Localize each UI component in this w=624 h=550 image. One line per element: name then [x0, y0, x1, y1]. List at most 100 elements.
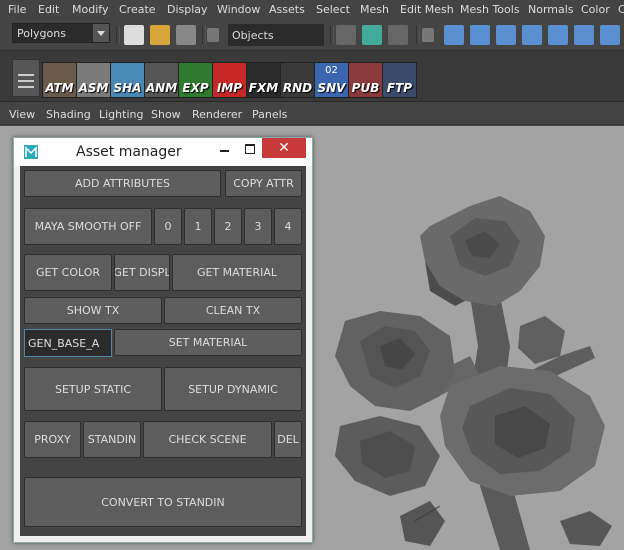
chevron-down-icon: [93, 24, 109, 42]
menu-file[interactable]: File: [8, 3, 26, 16]
smooth-level-3-button[interactable]: 3: [244, 208, 272, 245]
select-object-icon[interactable]: [362, 25, 382, 45]
setup-dynamic-button[interactable]: SETUP DYNAMIC: [164, 367, 302, 411]
menu-edit[interactable]: Edit: [38, 3, 59, 16]
construction-history-icon[interactable]: [600, 25, 620, 45]
menu-set-value: Polygons: [17, 27, 66, 40]
add-attributes-button[interactable]: ADD ATTRIBUTES: [24, 170, 221, 197]
shelf-button-exp[interactable]: EXP: [178, 62, 213, 98]
shelf-handle[interactable]: [12, 59, 40, 97]
convert-to-standin-button[interactable]: CONVERT TO STANDIN: [24, 477, 302, 527]
panel-menu-shading[interactable]: Shading: [46, 108, 91, 121]
shelf-button-label: RND: [282, 81, 313, 95]
copy-attr-button[interactable]: COPY ATTR: [225, 170, 302, 197]
panel-menu-view[interactable]: View: [9, 108, 35, 121]
shelf: ATM ASM SHA ANM EXP IMP FXM RND 02 SNV PU…: [0, 50, 624, 102]
open-folder-icon[interactable]: [150, 25, 170, 45]
shelf-button-label: ATM: [45, 81, 74, 95]
material-name-field[interactable]: [24, 329, 112, 357]
shelf-button-rnd[interactable]: RND: [280, 62, 315, 98]
menu-window[interactable]: Window: [217, 3, 260, 16]
panel-menu-lighting[interactable]: Lighting: [99, 108, 143, 121]
snap-view-plane-icon[interactable]: [522, 25, 542, 45]
collapse-arrow-icon[interactable]: [207, 28, 219, 42]
panel-menu-renderer[interactable]: Renderer: [192, 108, 242, 121]
get-color-button[interactable]: GET COLOR: [24, 254, 112, 291]
asset-manager-body: ADD ATTRIBUTES COPY ATTR MAYA SMOOTH OFF…: [20, 166, 306, 536]
snap-grid-icon[interactable]: [444, 25, 464, 45]
clean-tx-button[interactable]: CLEAN TX: [164, 297, 302, 324]
shelf-button-asm[interactable]: ASM: [76, 62, 111, 98]
menu-modify[interactable]: Modify: [72, 3, 108, 16]
delete-button[interactable]: DEL: [274, 421, 302, 458]
snap-surface-icon[interactable]: [548, 25, 568, 45]
maximize-icon[interactable]: [242, 140, 260, 160]
menu-overflow[interactable]: C: [618, 3, 624, 16]
shelf-button-anm[interactable]: ANM: [144, 62, 179, 98]
menu-assets[interactable]: Assets: [269, 3, 305, 16]
shelf-button-label: SNV: [317, 81, 346, 95]
minimize-icon[interactable]: [216, 140, 234, 160]
set-material-button[interactable]: SET MATERIAL: [114, 329, 302, 356]
shelf-button-label: ANM: [145, 81, 178, 95]
collapse-arrow-icon[interactable]: [422, 28, 434, 42]
divider: [330, 26, 334, 44]
check-scene-button[interactable]: CHECK SCENE: [143, 421, 272, 458]
menu-mesh-tools[interactable]: Mesh Tools: [460, 3, 520, 16]
snap-vertex-icon[interactable]: [574, 25, 594, 45]
selection-mask-dropdown[interactable]: Objects: [228, 24, 324, 46]
menu-mesh[interactable]: Mesh: [360, 3, 389, 16]
show-tx-button[interactable]: SHOW TX: [24, 297, 162, 324]
select-component-icon[interactable]: [388, 25, 408, 45]
shelf-button-label: SHA: [113, 81, 142, 95]
save-icon[interactable]: [176, 25, 196, 45]
shelf-button-atm[interactable]: ATM: [42, 62, 77, 98]
menu-select[interactable]: Select: [316, 3, 350, 16]
divider: [202, 26, 206, 44]
panel-menu-show[interactable]: Show: [151, 108, 181, 121]
new-scene-icon[interactable]: [124, 25, 144, 45]
snap-curve-icon[interactable]: [470, 25, 490, 45]
shelf-button-label: PUB: [351, 81, 380, 95]
menu-create[interactable]: Create: [119, 3, 156, 16]
select-by-hierarchy-icon[interactable]: [336, 25, 356, 45]
shelf-button-ftp[interactable]: FTP: [382, 62, 417, 98]
proxy-button[interactable]: PROXY: [24, 421, 81, 458]
smooth-level-2-button[interactable]: 2: [214, 208, 242, 245]
snap-point-icon[interactable]: [496, 25, 516, 45]
divider: [116, 26, 120, 44]
main-menubar: File Edit Modify Create Display Window A…: [0, 0, 624, 20]
maya-app-icon: [24, 145, 38, 159]
panel-menubar: View Shading Lighting Show Renderer Pane…: [0, 104, 624, 125]
shelf-button-label: IMP: [216, 81, 243, 95]
smooth-level-1-button[interactable]: 1: [184, 208, 212, 245]
shelf-button-snv[interactable]: 02 SNV: [314, 62, 349, 98]
menu-display[interactable]: Display: [167, 3, 208, 16]
menu-normals[interactable]: Normals: [528, 3, 574, 16]
get-displ-button[interactable]: GET DISPL: [114, 254, 170, 291]
shelf-button-pub[interactable]: PUB: [348, 62, 383, 98]
shelf-button-label: ASM: [78, 81, 109, 95]
shelf-button-sha[interactable]: SHA: [110, 62, 145, 98]
smooth-level-0-button[interactable]: 0: [154, 208, 182, 245]
shelf-button-number: 02: [325, 65, 338, 76]
window-titlebar[interactable]: Asset manager ✕: [14, 138, 312, 166]
menu-color[interactable]: Color: [581, 3, 610, 16]
divider: [416, 26, 420, 44]
shelf-button-label: FTP: [386, 81, 413, 95]
setup-static-button[interactable]: SETUP STATIC: [24, 367, 162, 411]
asset-manager-window: Asset manager ✕ ADD ATTRIBUTES COPY ATTR…: [13, 137, 313, 543]
maya-smooth-off-button[interactable]: MAYA SMOOTH OFF: [24, 208, 152, 245]
standin-button[interactable]: STANDIN: [83, 421, 141, 458]
shelf-button-label: EXP: [182, 81, 209, 95]
panel-menu-panels[interactable]: Panels: [252, 108, 287, 121]
menu-set-dropdown[interactable]: Polygons: [12, 23, 110, 43]
shelf-button-fxm[interactable]: FXM: [246, 62, 281, 98]
shelf-button-label: FXM: [248, 81, 279, 95]
window-title: Asset manager: [76, 144, 182, 160]
menu-edit-mesh[interactable]: Edit Mesh: [400, 3, 454, 16]
smooth-level-4-button[interactable]: 4: [274, 208, 302, 245]
close-button[interactable]: ✕: [262, 138, 306, 158]
get-material-button[interactable]: GET MATERIAL: [172, 254, 302, 291]
shelf-button-imp[interactable]: IMP: [212, 62, 247, 98]
